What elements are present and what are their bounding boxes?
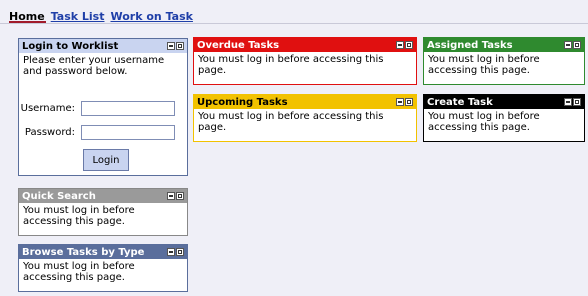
password-input[interactable] bbox=[81, 125, 175, 140]
login-panel: Login to Worklist Please enter your user… bbox=[18, 38, 188, 176]
panel-controls bbox=[564, 41, 581, 49]
overdue-tasks-message: You must log in before accessing this pa… bbox=[198, 54, 384, 76]
panel-controls bbox=[167, 42, 184, 50]
panel-controls bbox=[167, 248, 184, 256]
maximize-icon[interactable] bbox=[573, 41, 581, 49]
nav-divider bbox=[0, 23, 588, 24]
create-task-title: Create Task bbox=[427, 96, 493, 108]
minimize-icon[interactable] bbox=[167, 248, 175, 256]
minimize-icon[interactable] bbox=[396, 41, 404, 49]
create-task-header: Create Task bbox=[424, 95, 584, 109]
browse-tasks-panel: Browse Tasks by Type You must log in bef… bbox=[18, 244, 188, 292]
upcoming-tasks-header: Upcoming Tasks bbox=[194, 95, 416, 109]
overdue-tasks-panel: Overdue Tasks You must log in before acc… bbox=[193, 37, 417, 85]
nav-work-on-task-link[interactable]: Work on Task bbox=[110, 10, 192, 23]
quick-search-panel: Quick Search You must log in before acce… bbox=[18, 188, 188, 236]
browse-tasks-header: Browse Tasks by Type bbox=[19, 245, 187, 259]
minimize-icon[interactable] bbox=[167, 42, 175, 50]
login-panel-title: Login to Worklist bbox=[22, 40, 119, 52]
maximize-icon[interactable] bbox=[405, 98, 413, 106]
maximize-icon[interactable] bbox=[573, 98, 581, 106]
upcoming-tasks-panel: Upcoming Tasks You must log in before ac… bbox=[193, 94, 417, 142]
assigned-tasks-message: You must log in before accessing this pa… bbox=[428, 54, 540, 76]
assigned-tasks-title: Assigned Tasks bbox=[427, 39, 513, 51]
minimize-icon[interactable] bbox=[396, 98, 404, 106]
username-label: Username: bbox=[20, 103, 75, 114]
minimize-icon[interactable] bbox=[167, 192, 175, 200]
overdue-tasks-title: Overdue Tasks bbox=[197, 39, 280, 51]
quick-search-message: You must log in before accessing this pa… bbox=[23, 205, 135, 227]
panel-controls bbox=[564, 98, 581, 106]
password-label: Password: bbox=[24, 127, 75, 138]
assigned-tasks-panel: Assigned Tasks You must log in before ac… bbox=[423, 37, 585, 85]
assigned-tasks-header: Assigned Tasks bbox=[424, 38, 584, 52]
quick-search-header: Quick Search bbox=[19, 189, 187, 203]
panel-controls bbox=[167, 192, 184, 200]
browse-tasks-title: Browse Tasks by Type bbox=[22, 246, 145, 258]
minimize-icon[interactable] bbox=[564, 98, 572, 106]
upcoming-tasks-title: Upcoming Tasks bbox=[197, 96, 288, 108]
create-task-panel: Create Task You must log in before acces… bbox=[423, 94, 585, 142]
upcoming-tasks-message: You must log in before accessing this pa… bbox=[198, 111, 384, 133]
maximize-icon[interactable] bbox=[176, 248, 184, 256]
maximize-icon[interactable] bbox=[405, 41, 413, 49]
maximize-icon[interactable] bbox=[176, 42, 184, 50]
login-button[interactable]: Login bbox=[83, 149, 129, 171]
overdue-tasks-header: Overdue Tasks bbox=[194, 38, 416, 52]
username-row: Username: bbox=[19, 101, 175, 116]
panel-controls bbox=[396, 98, 413, 106]
login-panel-header: Login to Worklist bbox=[19, 39, 187, 53]
password-row: Password: bbox=[19, 125, 175, 140]
login-instructions: Please enter your username and password … bbox=[23, 55, 165, 77]
minimize-icon[interactable] bbox=[564, 41, 572, 49]
maximize-icon[interactable] bbox=[176, 192, 184, 200]
username-input[interactable] bbox=[81, 101, 175, 116]
create-task-message: You must log in before accessing this pa… bbox=[428, 111, 540, 133]
panel-controls bbox=[396, 41, 413, 49]
browse-tasks-message: You must log in before accessing this pa… bbox=[23, 261, 135, 283]
nav-task-list-link[interactable]: Task List bbox=[51, 10, 105, 23]
quick-search-title: Quick Search bbox=[22, 190, 96, 202]
